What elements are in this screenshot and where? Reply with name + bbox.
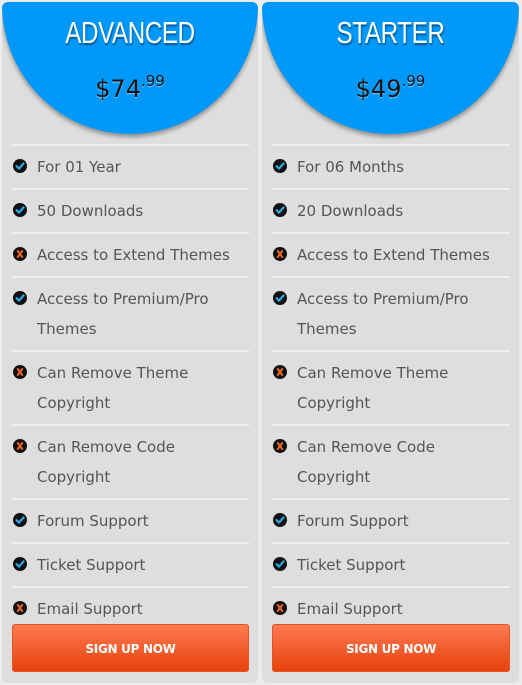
- sign-up-button[interactable]: SIGN UP NOW: [12, 624, 249, 672]
- sign-up-button[interactable]: SIGN UP NOW: [272, 624, 510, 672]
- feature-item: Access to Premium/Pro Themes: [12, 278, 249, 352]
- x-circle-icon: [13, 601, 27, 615]
- price-cents: .99: [401, 72, 426, 90]
- pricing-card-starter: STARTER $49.99 For 06 Months 20 Downloads…: [262, 2, 519, 683]
- feature-item: Access to Extend Themes: [272, 234, 510, 278]
- plan-title: ADVANCED: [65, 15, 195, 50]
- feature-item: Forum Support: [272, 500, 510, 544]
- feature-item: 20 Downloads: [272, 190, 510, 234]
- x-circle-icon: [273, 365, 287, 379]
- feature-item: Can Remove Theme Copyright: [272, 352, 510, 426]
- plan-title: STARTER: [336, 15, 445, 50]
- feature-text: Ticket Support: [37, 556, 146, 574]
- feature-item: Can Remove Code Copyright: [272, 426, 510, 500]
- feature-item: Access to Extend Themes: [12, 234, 249, 278]
- feature-text: For 06 Months: [297, 158, 404, 176]
- feature-text: Access to Extend Themes: [37, 246, 230, 264]
- check-circle-icon: [13, 203, 27, 217]
- check-circle-icon: [13, 159, 27, 173]
- check-circle-icon: [273, 203, 287, 217]
- price-main: $74: [95, 75, 141, 103]
- feature-item: 50 Downloads: [12, 190, 249, 234]
- feature-item: Ticket Support: [12, 544, 249, 588]
- check-circle-icon: [13, 557, 27, 571]
- pricing-card-advanced: ADVANCED $74.99 For 01 Year 50 Downloads A…: [2, 2, 258, 683]
- feature-text: Can Remove Code Copyright: [297, 438, 435, 486]
- check-circle-icon: [273, 159, 287, 173]
- feature-text: Email Support: [37, 600, 143, 618]
- price-cents: .99: [140, 72, 165, 90]
- feature-text: 50 Downloads: [37, 202, 144, 220]
- feature-text: Email Support: [297, 600, 403, 618]
- feature-text: Ticket Support: [297, 556, 406, 574]
- feature-text: Access to Extend Themes: [297, 246, 490, 264]
- feature-list: For 06 Months 20 Downloads Access to Exten…: [272, 144, 510, 632]
- feature-text: 20 Downloads: [297, 202, 404, 220]
- feature-text: Can Remove Code Copyright: [37, 438, 175, 486]
- plan-price: $49.99: [262, 72, 519, 103]
- check-circle-icon: [13, 513, 27, 527]
- x-circle-icon: [13, 365, 27, 379]
- x-circle-icon: [13, 439, 27, 453]
- feature-item: Can Remove Theme Copyright: [12, 352, 249, 426]
- feature-item: Ticket Support: [272, 544, 510, 588]
- feature-item: For 01 Year: [12, 146, 249, 190]
- price-main: $49: [355, 75, 402, 103]
- check-circle-icon: [13, 291, 27, 305]
- feature-text: Forum Support: [37, 512, 149, 530]
- feature-text: Can Remove Theme Copyright: [297, 364, 449, 412]
- feature-item: Can Remove Code Copyright: [12, 426, 249, 500]
- plan-price: $74.99: [2, 72, 258, 103]
- x-circle-icon: [273, 247, 287, 261]
- feature-text: For 01 Year: [37, 158, 121, 176]
- x-circle-icon: [273, 601, 287, 615]
- feature-item: Forum Support: [12, 500, 249, 544]
- x-circle-icon: [273, 439, 287, 453]
- feature-item: For 06 Months: [272, 146, 510, 190]
- feature-text: Forum Support: [297, 512, 409, 530]
- feature-item: Access to Premium/Pro Themes: [272, 278, 510, 352]
- x-circle-icon: [13, 247, 27, 261]
- check-circle-icon: [273, 513, 287, 527]
- feature-list: For 01 Year 50 Downloads Access to Extend …: [12, 144, 249, 632]
- check-circle-icon: [273, 557, 287, 571]
- feature-text: Access to Premium/Pro Themes: [37, 290, 209, 338]
- feature-text: Can Remove Theme Copyright: [37, 364, 189, 412]
- feature-text: Access to Premium/Pro Themes: [297, 290, 469, 338]
- check-circle-icon: [273, 291, 287, 305]
